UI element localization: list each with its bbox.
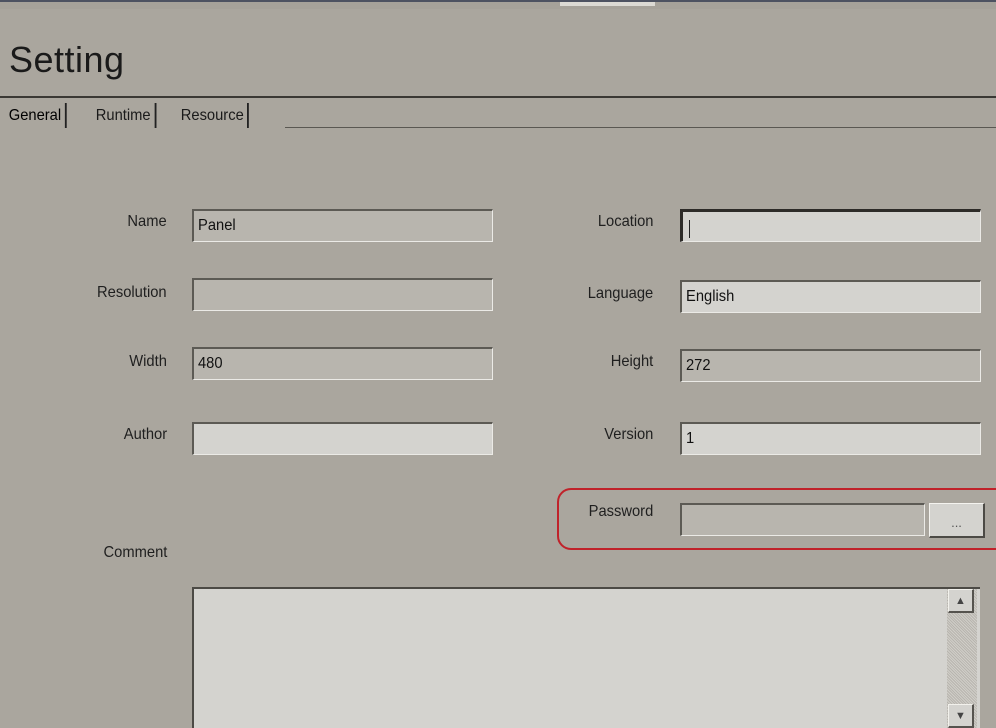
tab-general[interactable]: General: [6, 103, 67, 128]
scroll-down-arrow-icon[interactable]: ▼: [948, 704, 974, 728]
top-strip-highlight: [560, 2, 655, 6]
tab-divider: [285, 127, 996, 128]
version-label: Version: [603, 426, 653, 443]
scroll-up-arrow-icon[interactable]: ▲: [948, 589, 974, 613]
height-label: Height: [610, 353, 653, 370]
location-label: Location: [597, 213, 653, 230]
version-field[interactable]: 1: [680, 422, 981, 455]
width-field[interactable]: 480: [192, 347, 493, 380]
author-field[interactable]: [192, 422, 493, 455]
comment-scrollbar[interactable]: ▲ ▼: [947, 589, 977, 728]
comment-textarea[interactable]: [192, 587, 980, 728]
text-caret: [689, 220, 690, 238]
location-field[interactable]: [680, 209, 981, 242]
resolution-label: Resolution: [97, 284, 167, 301]
width-label: Width: [129, 353, 167, 370]
language-label: Language: [587, 285, 653, 302]
tab-resource[interactable]: Resource: [178, 103, 250, 128]
author-label: Author: [123, 426, 167, 443]
title-divider: [0, 96, 996, 98]
name-field[interactable]: Panel: [192, 209, 493, 242]
page-title: Setting: [9, 39, 125, 80]
tab-runtime[interactable]: Runtime: [93, 103, 157, 128]
language-field[interactable]: English: [680, 280, 981, 313]
window-top-strip: [0, 0, 996, 9]
height-field[interactable]: 272: [680, 349, 981, 382]
comment-label: Comment: [103, 544, 167, 561]
resolution-field[interactable]: [192, 278, 493, 311]
name-label: Name: [127, 213, 167, 230]
password-highlight-annotation: [557, 488, 996, 550]
